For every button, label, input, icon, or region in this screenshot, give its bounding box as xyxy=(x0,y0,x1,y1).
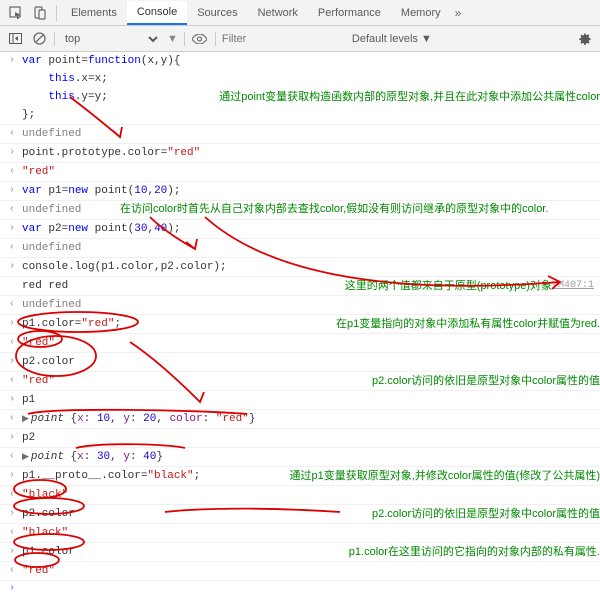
separator xyxy=(215,32,216,46)
prompt-marker-icon: › xyxy=(6,583,18,594)
separator xyxy=(184,32,185,46)
output-marker-icon: ‹ xyxy=(6,526,18,540)
console-input-row: ›p1.color="red";在p1变量指向的对象中添加私有属性color并赋… xyxy=(0,315,600,334)
output-marker-icon: ‹ xyxy=(6,241,18,255)
sidebar-toggle-icon[interactable] xyxy=(6,30,24,48)
console-log-row: red red这里的两个值都来自于原型(prototype)对象VM407:1 xyxy=(0,277,600,296)
output-marker-icon: ‹ xyxy=(6,127,18,141)
annotation-text: p2.color访问的依旧是原型对象中color属性的值 xyxy=(372,507,600,521)
input-marker-icon: › xyxy=(6,146,18,160)
annotation-text: p2.color访问的依旧是原型对象中color属性的值 xyxy=(372,374,600,388)
console-input-row: ›var point=function(x,y){ xyxy=(0,52,600,70)
console-result-row: ‹"red"p2.color访问的依旧是原型对象中color属性的值 xyxy=(0,372,600,391)
annotation-text: 这里的两个值都来自于原型(prototype)对象 xyxy=(345,279,552,293)
output-marker-icon: ‹ xyxy=(6,412,18,426)
annotation-text: p1.color在这里访问的它指向的对象内部的私有属性. xyxy=(349,545,600,559)
console-input-row: }; xyxy=(0,106,600,125)
tab-memory[interactable]: Memory xyxy=(391,2,451,24)
input-marker-icon: › xyxy=(6,545,18,559)
input-marker-icon: › xyxy=(6,431,18,445)
output-marker-icon: ‹ xyxy=(6,336,18,350)
console-input-row: ›p1.colorp1.color在这里访问的它指向的对象内部的私有属性. xyxy=(0,543,600,562)
console-prompt[interactable]: › xyxy=(0,581,600,585)
log-levels[interactable]: Default levels ▼ xyxy=(352,33,432,45)
console-input-row: ›p2 xyxy=(0,429,600,448)
output-marker-icon: ‹ xyxy=(6,165,18,179)
gear-icon[interactable] xyxy=(576,30,594,48)
input-marker-icon: › xyxy=(6,507,18,521)
tabs-more-icon[interactable]: » xyxy=(455,6,462,20)
console-input-row: ›p2.color xyxy=(0,353,600,372)
console-input-row: ›point.prototype.color="red" xyxy=(0,144,600,163)
separator xyxy=(54,32,55,46)
vm-link[interactable]: VM407:1 xyxy=(552,279,594,293)
output-marker-icon: ‹ xyxy=(6,203,18,217)
annotation-text: 在p1变量指向的对象中添加私有属性color并赋值为red. xyxy=(336,317,600,331)
input-marker-icon: › xyxy=(6,260,18,274)
input-marker-icon: › xyxy=(6,222,18,236)
console-input-row: ›var p1=new point(10,20); xyxy=(0,182,600,201)
console-input-row: this.y=y;通过point变量获取构造函数内部的原型对象,并且在此对象中添… xyxy=(0,88,600,106)
tab-console[interactable]: Console xyxy=(127,1,187,25)
context-selector[interactable]: top xyxy=(61,32,161,46)
console-result-row: ‹"black" xyxy=(0,524,600,543)
output-marker-icon: ‹ xyxy=(6,374,18,388)
console-result-row: ‹"black" xyxy=(0,486,600,505)
device-icon[interactable] xyxy=(32,5,48,21)
annotation-text: 通过p1变量获取原型对象,并修改color属性的值(修改了公共属性) xyxy=(290,469,600,483)
console-input-row: ›p2.colorp2.color访问的依旧是原型对象中color属性的值 xyxy=(0,505,600,524)
console-input-row: ›p1 xyxy=(0,391,600,410)
console-input-row: ›p1.__proto__.color="black";通过p1变量获取原型对象… xyxy=(0,467,600,486)
console-result-row: ‹"red" xyxy=(0,334,600,353)
console-result-row: ‹undefined xyxy=(0,296,600,315)
console-result-row: ‹undefined在访问color时首先从自己对象内部去查找color,假如没… xyxy=(0,201,600,220)
tab-network[interactable]: Network xyxy=(248,2,308,24)
console-result-row: ‹"red" xyxy=(0,163,600,182)
tab-sources[interactable]: Sources xyxy=(187,2,247,24)
console-toolbar: top ▼ Default levels ▼ xyxy=(0,26,600,52)
input-marker-icon: › xyxy=(6,393,18,407)
tab-performance[interactable]: Performance xyxy=(308,2,391,24)
console-input-row: ›var p2=new point(30,40); xyxy=(0,220,600,239)
input-marker-icon: › xyxy=(6,184,18,198)
separator xyxy=(56,5,57,21)
input-marker-icon: › xyxy=(6,54,18,68)
console-input-row: this.x=x; xyxy=(0,70,600,88)
output-marker-icon: ‹ xyxy=(6,450,18,464)
input-marker-icon: › xyxy=(6,355,18,369)
devtools-tabs: Elements Console Sources Network Perform… xyxy=(0,0,600,26)
console-result-row: ‹"red" xyxy=(0,562,600,581)
inspect-icon[interactable] xyxy=(8,5,24,21)
console-result-row: ‹undefined xyxy=(0,239,600,258)
console-result-row: ‹▶point {x: 10, y: 20, color: "red"} xyxy=(0,410,600,429)
output-marker-icon: ‹ xyxy=(6,488,18,502)
input-marker-icon: › xyxy=(6,469,18,483)
clear-console-icon[interactable] xyxy=(30,30,48,48)
console-input-row: ›console.log(p1.color,p2.color); xyxy=(0,258,600,277)
eye-icon[interactable] xyxy=(191,30,209,48)
annotation-text: 通过point变量获取构造函数内部的原型对象,并且在此对象中添加公共属性colo… xyxy=(219,90,600,104)
annotation-text: 在访问color时首先从自己对象内部去查找color,假如没有则访问继承的原型对… xyxy=(120,202,548,216)
filter-input[interactable] xyxy=(222,33,342,45)
console-result-row: ‹▶point {x: 30, y: 40} xyxy=(0,448,600,467)
output-marker-icon: ‹ xyxy=(6,298,18,312)
console-result-row: ‹undefined xyxy=(0,125,600,144)
console-output[interactable]: ›var point=function(x,y){ this.x=x; this… xyxy=(0,52,600,585)
tab-elements[interactable]: Elements xyxy=(61,2,127,24)
input-marker-icon: › xyxy=(6,317,18,331)
